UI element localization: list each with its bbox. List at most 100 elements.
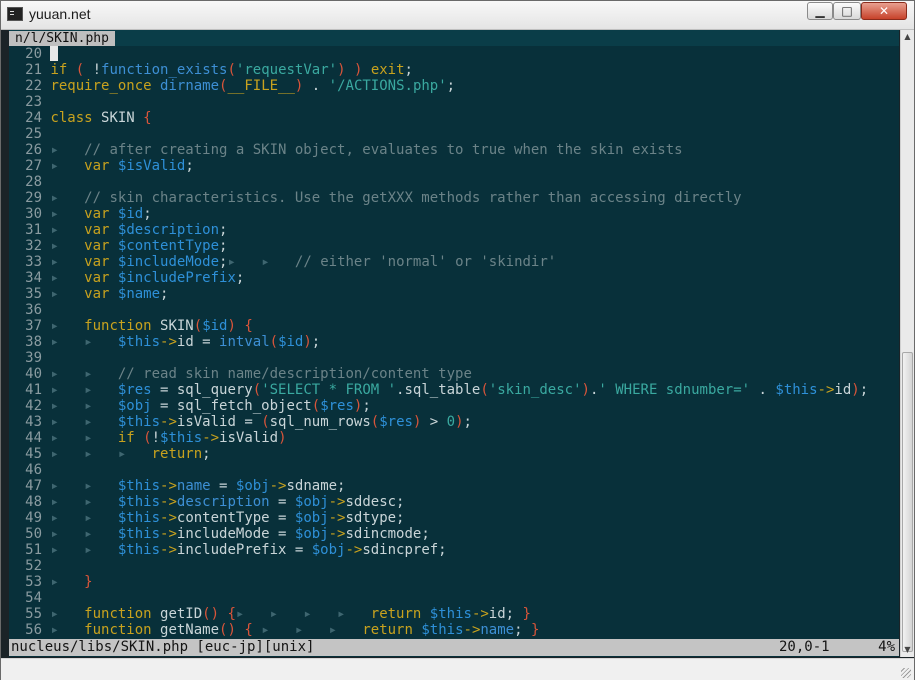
code-token: // either 'normal' or 'skindir' — [294, 254, 557, 270]
code-token: sdname; — [286, 478, 346, 494]
vim-editor[interactable]: n/l/SKIN.php 20 21 if ( !function_exists… — [9, 30, 899, 657]
code-token: function — [84, 318, 152, 334]
tab-skin-php[interactable]: n/l/SKIN.php — [9, 31, 115, 46]
code-token: ( — [261, 414, 270, 430]
code-line[interactable]: 41 ▸ ▸ $res = sql_query('SELECT * FROM '… — [9, 382, 899, 398]
code-token: var — [84, 286, 110, 302]
code-token: isValid = — [176, 414, 262, 430]
code-line[interactable]: 33 ▸ var $includeMode;▸ ▸ // either 'nor… — [9, 254, 899, 270]
terminal-app-icon — [7, 7, 23, 21]
code-line[interactable]: 46 — [9, 462, 899, 478]
tab-marker: ▸ ▸ — [50, 510, 118, 526]
minimize-button[interactable]: ▁ — [807, 2, 833, 20]
code-line[interactable]: 30 ▸ var $id; — [9, 206, 899, 222]
code-line[interactable]: 50 ▸ ▸ $this->includeMode = $obj->sdincm… — [9, 526, 899, 542]
code-line[interactable]: 49 ▸ ▸ $this->contentType = $obj->sdtype… — [9, 510, 899, 526]
code-token: } — [530, 622, 540, 638]
line-number: 29 — [25, 190, 42, 206]
code-token: __FILE__ — [227, 78, 295, 94]
code-token: ( — [193, 318, 203, 334]
code-line[interactable]: 38 ▸ ▸ $this->id = intval($id); — [9, 334, 899, 350]
code-token: $obj — [294, 526, 329, 542]
code-line[interactable]: 43 ▸ ▸ $this->isValid = (sql_num_rows($r… — [9, 414, 899, 430]
code-line[interactable]: 39 — [9, 350, 899, 366]
code-token: id = — [176, 334, 220, 350]
code-area[interactable]: 20 21 if ( !function_exists('requestVar'… — [9, 46, 899, 638]
code-line[interactable]: 28 — [9, 174, 899, 190]
code-line[interactable]: 20 — [9, 46, 899, 62]
code-line[interactable]: 23 — [9, 94, 899, 110]
scroll-up-arrow-icon[interactable]: ▲ — [902, 31, 913, 43]
code-line[interactable]: 44 ▸ ▸ if (!$this->isValid) — [9, 430, 899, 446]
code-line[interactable]: 27 ▸ var $isValid; — [9, 158, 899, 174]
code-token: $this — [160, 430, 203, 446]
line-number: 27 — [25, 158, 42, 174]
code-token: -> — [160, 414, 177, 430]
tab-line: n/l/SKIN.php — [9, 30, 899, 46]
close-button[interactable]: ✕ — [861, 2, 907, 20]
code-token: ; — [219, 222, 228, 238]
code-line[interactable]: 34 ▸ var $includePrefix; — [9, 270, 899, 286]
code-token: $res — [117, 382, 152, 398]
scroll-down-arrow-icon[interactable]: ▼ — [902, 644, 913, 656]
code-line[interactable]: 56 ▸ function getName() { ▸ ▸ ▸ return $… — [9, 622, 899, 638]
code-line[interactable]: 54 — [9, 590, 899, 606]
code-token: -> — [160, 542, 177, 558]
code-line[interactable]: 52 — [9, 558, 899, 574]
code-line[interactable]: 25 — [9, 126, 899, 142]
code-line[interactable]: 40 ▸ ▸ // read skin name/description/con… — [9, 366, 899, 382]
code-line[interactable]: 48 ▸ ▸ $this->description = $obj->sddesc… — [9, 494, 899, 510]
code-line[interactable]: 24 class SKIN { — [9, 110, 899, 126]
code-token: ) — [337, 62, 346, 78]
line-number: 53 — [25, 574, 42, 590]
line-number: 48 — [25, 494, 42, 510]
code-line[interactable]: 29 ▸ // skin characteristics. Use the ge… — [9, 190, 899, 206]
tab-marker: ▸ — [50, 142, 85, 158]
code-line[interactable]: 31 ▸ var $description; — [9, 222, 899, 238]
maximize-button[interactable]: □ — [833, 2, 861, 20]
code-line[interactable]: 32 ▸ var $contentType; — [9, 238, 899, 254]
code-token: class — [50, 110, 93, 126]
code-line[interactable]: 35 ▸ var $name; — [9, 286, 899, 302]
code-token: () — [202, 606, 220, 622]
code-token: ) — [851, 382, 860, 398]
code-token: $obj — [294, 510, 329, 526]
scrollbar-thumb[interactable] — [902, 352, 913, 652]
code-line[interactable]: 45 ▸ ▸ ▸ return; — [9, 446, 899, 462]
code-token: -> — [160, 478, 177, 494]
code-line[interactable]: 22 require_once dirname(__FILE__) . '/AC… — [9, 78, 899, 94]
line-number: 30 — [25, 206, 42, 222]
code-line[interactable]: 42 ▸ ▸ $obj = sql_fetch_object($res); — [9, 398, 899, 414]
code-line[interactable]: 26 ▸ // after creating a SKIN object, ev… — [9, 142, 899, 158]
code-token: -> — [817, 382, 835, 398]
tab-marker: ▸ ▸ — [50, 366, 118, 382]
line-number: 38 — [25, 334, 42, 350]
code-line[interactable]: 51 ▸ ▸ $this->includePrefix = $obj->sdin… — [9, 542, 899, 558]
code-line[interactable]: 21 if ( !function_exists('requestVar') )… — [9, 62, 899, 78]
code-line[interactable]: 53 ▸ } — [9, 574, 899, 590]
code-token: ; — [160, 286, 169, 302]
code-token: $includePrefix — [117, 270, 236, 286]
code-token: { — [244, 622, 253, 638]
tab-marker: ▸ ▸ — [50, 478, 118, 494]
code-token: getID — [151, 606, 203, 622]
code-token: -> — [160, 494, 177, 510]
line-number: 25 — [25, 126, 42, 142]
code-token: // after creating a SKIN object, evaluat… — [84, 142, 683, 158]
title-bar[interactable]: yuuan.net ▁ □ ✕ — [1, 1, 914, 30]
code-token: .sql_table — [396, 382, 481, 398]
code-line[interactable]: 36 — [9, 302, 899, 318]
code-line[interactable]: 47 ▸ ▸ $this->name = $obj->sdname; — [9, 478, 899, 494]
tab-marker: ▸ ▸ — [50, 398, 118, 414]
code-token: . — [303, 78, 329, 94]
code-line[interactable]: 55 ▸ function getID() {▸ ▸ ▸ ▸ return $t… — [9, 606, 899, 622]
tab-marker: ▸ ▸ — [50, 382, 118, 398]
code-line[interactable]: 37 ▸ function SKIN($id) { — [9, 318, 899, 334]
line-number: 41 — [25, 382, 42, 398]
vertical-scrollbar[interactable]: ▲ ▼ — [900, 30, 914, 657]
tab-marker: ▸ ▸ ▸ — [252, 622, 363, 638]
resize-grip-icon[interactable] — [901, 668, 911, 678]
code-token: ; — [362, 398, 371, 414]
